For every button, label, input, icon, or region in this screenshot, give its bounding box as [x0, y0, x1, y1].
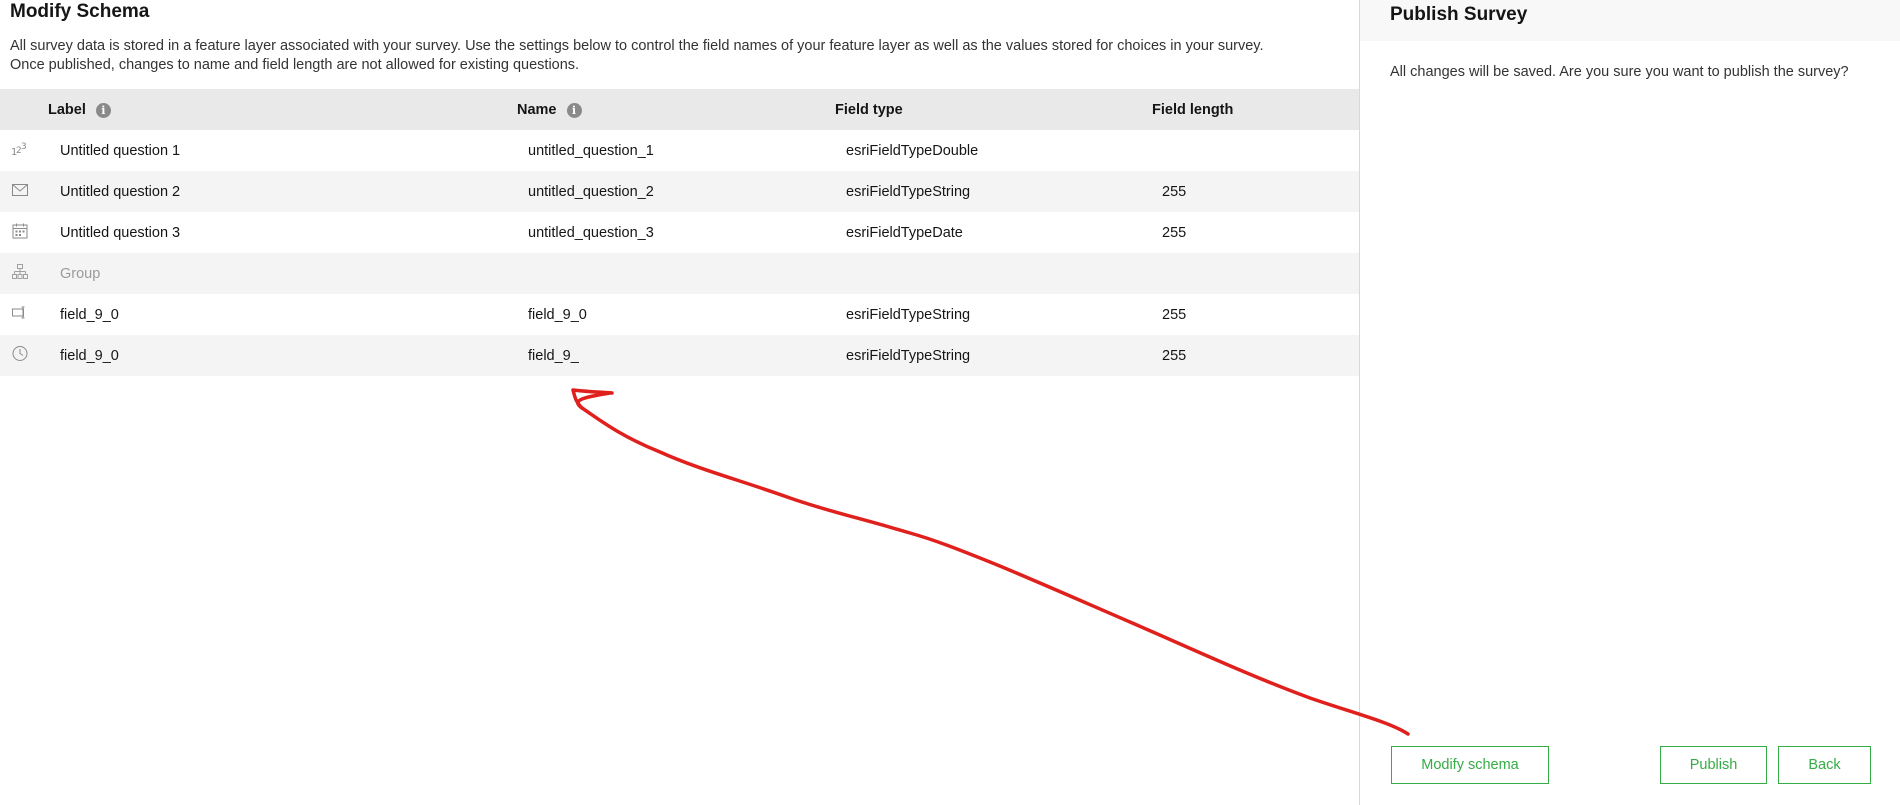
row-label: Untitled question 1: [60, 143, 181, 159]
row-name[interactable]: untitled_question_2: [528, 183, 654, 201]
schema-table: Label i Name i Field type Field length 1…: [0, 89, 1359, 376]
row-field-type: esriFieldTypeDouble: [846, 143, 979, 159]
row-field-length[interactable]: 255: [1162, 306, 1186, 324]
column-header-field-length: Field length: [1152, 101, 1233, 119]
table-row: 123 Untitled question 1 untitled_questio…: [0, 130, 1359, 171]
column-header-label: Label i: [48, 101, 111, 119]
row-field-type: esriFieldTypeString: [846, 184, 971, 200]
modify-schema-button[interactable]: Modify schema: [1391, 746, 1549, 784]
row-field-type: esriFieldTypeString: [846, 348, 971, 364]
table-row: Group: [0, 253, 1359, 294]
email-icon: [11, 181, 29, 199]
column-header-name-text: Name: [517, 102, 557, 118]
row-name[interactable]: untitled_question_1: [528, 142, 654, 160]
table-row: field_9_0 field_9_ esriFieldTypeString 2…: [0, 335, 1359, 376]
number-icon: 123: [11, 140, 29, 158]
svg-text:3: 3: [21, 142, 27, 152]
modify-schema-panel: Modify Schema All survey data is stored …: [0, 0, 1359, 805]
row-field-length[interactable]: 255: [1162, 224, 1186, 242]
table-row: Untitled question 3 untitled_question_3 …: [0, 212, 1359, 253]
publish-header: Publish Survey: [1360, 0, 1900, 41]
text-input-icon: [11, 304, 29, 322]
publish-title: Publish Survey: [1390, 4, 1528, 25]
row-label: field_9_0: [60, 307, 119, 323]
row-name[interactable]: field_9_0: [528, 306, 587, 324]
row-name[interactable]: field_9_: [528, 347, 579, 365]
row-field-type: esriFieldTypeString: [846, 307, 971, 323]
publish-button[interactable]: Publish: [1660, 746, 1767, 784]
schema-description: All survey data is stored in a feature l…: [10, 38, 1264, 73]
info-icon[interactable]: i: [566, 102, 582, 118]
table-row: Untitled question 2 untitled_question_2 …: [0, 171, 1359, 212]
column-header-field-type-text: Field type: [835, 102, 903, 118]
clock-icon: [11, 345, 29, 363]
group-icon: [11, 263, 29, 281]
column-header-field-type: Field type: [835, 101, 903, 119]
table-row: field_9_0 field_9_0 esriFieldTypeString …: [0, 294, 1359, 335]
row-label: field_9_0: [60, 348, 119, 364]
column-header-label-text: Label: [48, 102, 86, 118]
column-header-name: Name i: [517, 101, 582, 119]
row-field-length[interactable]: 255: [1162, 347, 1186, 365]
row-field-type: esriFieldTypeDate: [846, 225, 963, 241]
table-header: Label i Name i Field type Field length: [0, 89, 1359, 130]
app-root: Modify Schema All survey data is stored …: [0, 0, 1900, 805]
info-icon[interactable]: i: [95, 102, 111, 118]
back-button[interactable]: Back: [1778, 746, 1871, 784]
row-name[interactable]: untitled_question_3: [528, 224, 654, 242]
row-label: Untitled question 2: [60, 184, 181, 200]
row-label: Group: [60, 266, 101, 282]
page-title: Modify Schema: [10, 1, 150, 22]
publish-message: All changes will be saved. Are you sure …: [1390, 64, 1849, 80]
column-header-field-length-text: Field length: [1152, 102, 1234, 118]
publish-survey-panel: Publish Survey All changes will be saved…: [1360, 0, 1900, 805]
row-label: Untitled question 3: [60, 225, 181, 241]
calendar-icon: [11, 222, 29, 240]
row-field-length[interactable]: 255: [1162, 183, 1186, 201]
